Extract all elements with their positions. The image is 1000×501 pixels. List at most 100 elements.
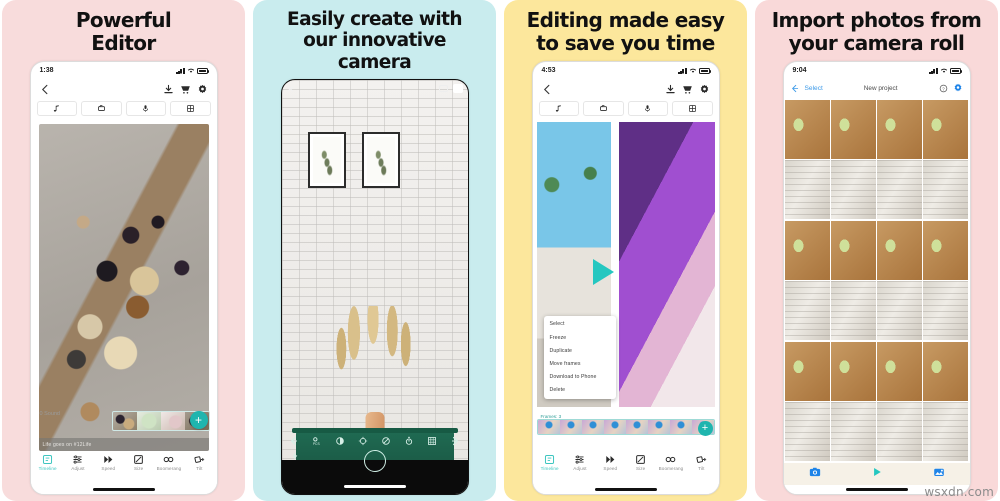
camera-ratio-icon[interactable] [438,85,448,93]
flash-icon[interactable] [290,448,300,466]
tab-size[interactable]: Size [124,454,154,471]
timer-icon[interactable] [404,436,414,446]
photo-cell[interactable] [923,99,968,159]
photo-cell[interactable] [923,402,968,462]
photo-cell[interactable] [831,160,876,220]
play-icon[interactable] [871,465,883,483]
editor-canvas[interactable]: Life goes on #12Life 0 Sound + [31,120,217,451]
photo-cell[interactable] [831,281,876,341]
grid-icon[interactable] [170,101,211,117]
back-chevron-icon[interactable] [542,84,553,95]
crop-icon[interactable] [81,101,122,117]
microphone-icon[interactable] [125,101,166,117]
menu-item-select[interactable]: Select [544,318,616,331]
tab-boomerang[interactable]: Boomerang [154,454,184,471]
photo-cell[interactable] [923,281,968,341]
menu-item-download-to-phone[interactable]: Download to Phone [544,371,616,384]
music-note-icon[interactable] [36,101,77,117]
photo-cell[interactable] [923,341,968,401]
size-icon [636,455,645,464]
photo-cell[interactable] [831,402,876,462]
adjust-icon [73,455,83,464]
grid-icon[interactable] [427,436,437,446]
panel-powerful-editor: Powerful Editor 1:38 Life goes on #12Lif… [2,0,245,501]
photo-cell[interactable] [831,341,876,401]
tab-speed[interactable]: Speed [595,454,625,471]
download-icon[interactable] [665,84,676,95]
photo-cell[interactable] [923,160,968,220]
tab-timeline[interactable]: Timeline [535,454,565,471]
camera-controls: PCS [282,426,468,478]
photo-cell[interactable] [785,341,830,401]
menu-item-delete[interactable]: Delete [544,384,616,397]
add-clip-button[interactable]: + [189,411,208,429]
photo-cell[interactable] [785,220,830,280]
page-title: New project [863,85,898,93]
select-button[interactable]: Select [805,85,823,92]
panel-headline: Powerful Editor [75,8,172,56]
next-arrow-icon[interactable] [450,436,460,446]
photo-cell[interactable] [785,281,830,341]
close-icon[interactable]: ✕ [287,84,295,95]
photo-cell[interactable] [785,402,830,462]
add-clip-button[interactable]: + [697,421,713,436]
photo-cell[interactable] [877,402,922,462]
pampas-grass [326,306,423,418]
photo-cell[interactable] [877,160,922,220]
cart-icon[interactable] [682,84,693,95]
bottom-nav-bar [783,463,970,485]
menu-item-freeze[interactable]: Freeze [544,331,616,344]
tab-speed[interactable]: Speed [93,454,123,471]
photo-cell[interactable] [785,99,830,159]
photo-cell[interactable] [831,99,876,159]
download-icon[interactable] [163,84,174,95]
shutter-button[interactable] [363,450,386,472]
tab-size[interactable]: Size [626,454,656,471]
photo-cell[interactable] [923,220,968,280]
crop-icon[interactable] [583,101,624,117]
back-arrow-icon[interactable] [791,80,800,98]
editor-canvas[interactable]: Select Freeze Duplicate Move frames Down… [532,120,719,451]
panel-headline: Import photos from your camera roll [771,8,982,56]
timeline-icon [545,454,555,465]
tab-timeline[interactable]: Timeline [33,454,63,471]
context-menu[interactable]: Select Freeze Duplicate Move frames Down… [543,315,616,399]
gear-icon[interactable] [197,84,208,95]
photo-cell[interactable] [785,160,830,220]
back-chevron-icon[interactable] [40,84,51,95]
photo-cell[interactable] [831,220,876,280]
camera-viewfinder[interactable]: ✕ PCS [281,80,468,494]
help-circle-icon[interactable]: ? [939,80,948,98]
photo-cell[interactable] [877,99,922,159]
grid-icon[interactable] [672,101,713,117]
clip-right[interactable] [618,122,715,407]
menu-item-move-frames[interactable]: Move frames [544,357,616,370]
photo-cell[interactable] [877,341,922,401]
cart-icon[interactable] [180,84,191,95]
photo-cell[interactable] [877,220,922,280]
no-flash-icon[interactable] [381,436,391,446]
play-icon[interactable] [592,259,614,286]
signal-icon [928,67,938,74]
tabbar-fade [200,451,217,485]
music-note-icon[interactable] [538,101,579,117]
photo-grid[interactable] [783,98,970,463]
prev-arrow-icon[interactable] [289,436,299,446]
pcs-label-icon[interactable]: PCS [312,436,322,446]
tab-adjust[interactable]: Adjust [63,454,93,471]
gear-icon[interactable] [953,80,963,98]
exposure-icon[interactable] [358,436,368,446]
photo-cell[interactable] [877,281,922,341]
menu-item-duplicate[interactable]: Duplicate [544,344,616,357]
sound-label: 0 Sound [39,411,61,417]
gear-icon[interactable] [699,84,710,95]
contrast-icon[interactable] [335,436,345,446]
camera-icon[interactable] [809,465,821,483]
camera-mode-icon[interactable] [452,84,463,94]
tab-boomerang[interactable]: Boomerang [656,454,686,471]
tab-adjust[interactable]: Adjust [565,454,595,471]
photo-library-icon[interactable] [933,465,945,483]
microphone-icon[interactable] [627,101,668,117]
battery-icon [949,67,962,74]
filmstrip[interactable] [536,419,715,435]
